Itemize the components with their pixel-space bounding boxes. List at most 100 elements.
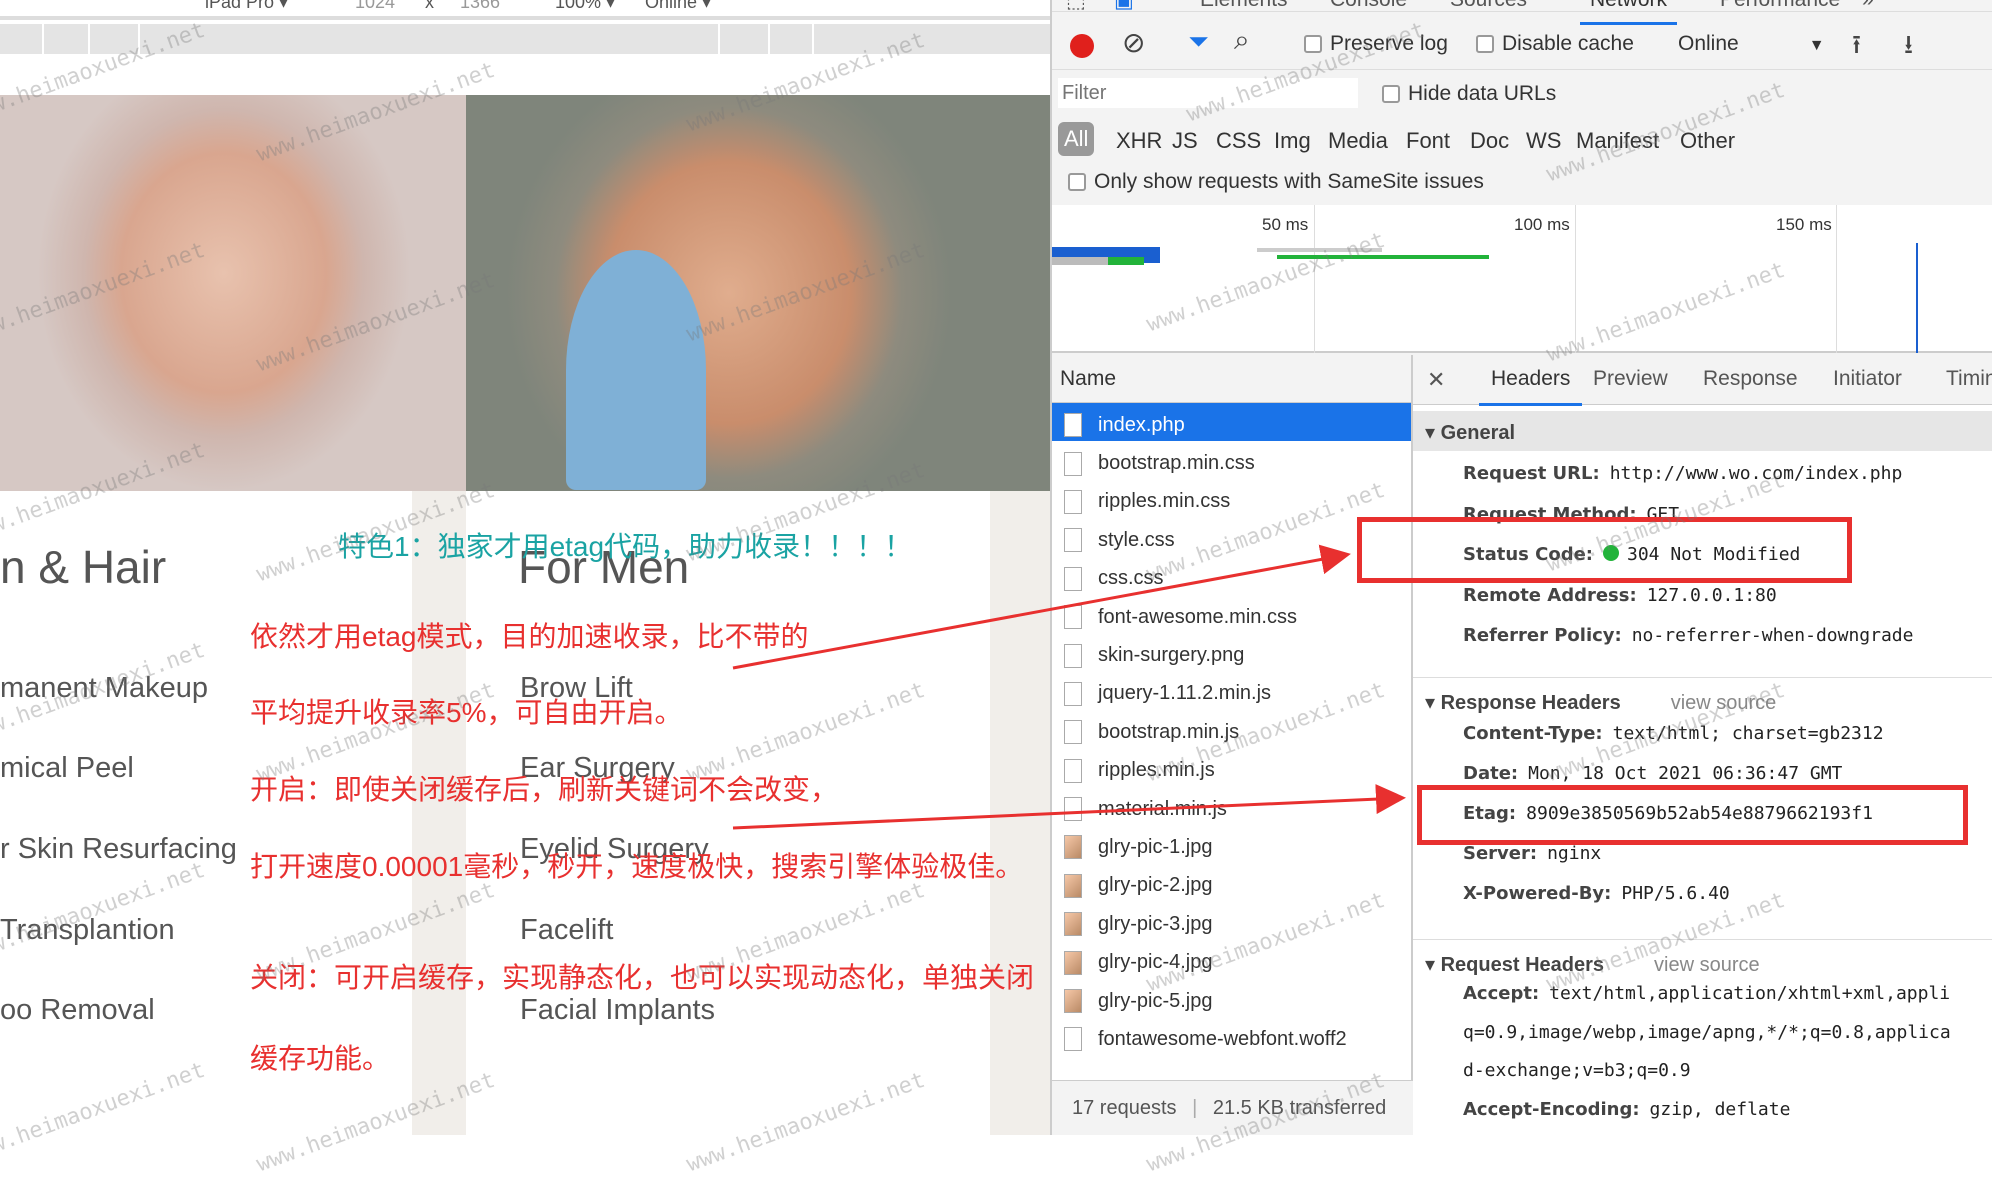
file-icon (1064, 605, 1082, 630)
file-icon (1064, 566, 1082, 591)
request-row[interactable]: ripples.min.js (1052, 749, 1411, 787)
request-name: ripples.min.css (1098, 490, 1231, 513)
woman-photo (0, 95, 466, 491)
timeline-overview[interactable]: 50 ms 100 ms 150 ms (1052, 205, 1992, 353)
service-link[interactable]: oo Removal (0, 994, 155, 1027)
throttle-dropdown[interactable]: Online ▼ (1678, 32, 1825, 56)
header-row: Request URL: http://www.wo.com/index.php (1463, 463, 1902, 484)
type-media[interactable]: Media (1328, 128, 1388, 154)
type-xhr[interactable]: XHR (1116, 128, 1162, 154)
request-name: jquery-1.11.2.min.js (1098, 682, 1272, 705)
tab-timing[interactable]: Timin (1946, 367, 1992, 391)
media-query-ruler[interactable] (0, 24, 1050, 54)
throttle-select[interactable]: Online ▾ (645, 0, 711, 13)
file-icon (1064, 681, 1082, 706)
type-all[interactable]: All (1058, 122, 1095, 156)
request-row[interactable]: glry-pic-5.jpg (1052, 979, 1411, 1017)
type-img[interactable]: Img (1274, 128, 1311, 154)
view-source-link[interactable]: view source (1671, 692, 1777, 714)
service-link[interactable]: Facelift (520, 914, 613, 947)
search-icon[interactable]: ⌕ (1234, 24, 1250, 57)
request-row[interactable]: glry-pic-3.jpg (1052, 902, 1411, 940)
header-row: Remote Address: 127.0.0.1:80 (1463, 585, 1777, 606)
request-name: index.php (1098, 413, 1185, 436)
inspect-icon[interactable]: ⬚ (1066, 0, 1086, 13)
hide-data-urls-checkbox[interactable]: Hide data URLs (1382, 82, 1556, 106)
general-section-toggle[interactable]: ▾ General (1413, 411, 1992, 451)
record-icon[interactable] (1070, 34, 1094, 58)
type-ws[interactable]: WS (1526, 128, 1561, 154)
network-toolbar: ⊘ ⏷ ⌕ Preserve log Disable cache Online ▼… (1052, 22, 1992, 70)
header-row: q=0.9,image/webp,image/apng,*/*;q=0.8,ap… (1463, 1022, 1951, 1043)
request-headers-toggle[interactable]: ▾ Request Headers view source (1413, 939, 1992, 977)
request-name: css.css (1098, 567, 1164, 590)
upload-icon[interactable]: ⭱ (1852, 26, 1861, 70)
timeline-tick: 150 ms (1776, 215, 1832, 234)
header-key: Referrer Policy: (1463, 625, 1622, 646)
request-row[interactable]: fontawesome-webfont.woff2 (1052, 1017, 1411, 1055)
close-icon[interactable]: ✕ (1427, 367, 1445, 393)
type-css[interactable]: CSS (1216, 128, 1261, 154)
type-font[interactable]: Font (1406, 128, 1450, 154)
preserve-log-checkbox[interactable]: Preserve log (1304, 32, 1448, 56)
request-row[interactable]: glry-pic-2.jpg (1052, 864, 1411, 902)
column-gutter (412, 491, 466, 1135)
header-value: d-exchange;v=b3;q=0.9 (1463, 1060, 1691, 1081)
device-toggle-icon[interactable]: ▣ (1114, 0, 1134, 13)
download-icon[interactable]: ⭳ (1904, 26, 1913, 70)
request-row[interactable]: jquery-1.11.2.min.js (1052, 672, 1411, 710)
view-source-link[interactable]: view source (1654, 954, 1760, 976)
detail-tabs: ✕ Headers Preview Response Initiator Tim… (1413, 355, 1992, 406)
tab-response[interactable]: Response (1703, 367, 1798, 391)
clear-icon[interactable]: ⊘ (1122, 26, 1145, 59)
request-row[interactable]: bootstrap.min.js (1052, 710, 1411, 748)
request-row[interactable]: skin-surgery.png (1052, 633, 1411, 671)
tab-elements[interactable]: Elements (1200, 0, 1288, 12)
request-row[interactable]: glry-pic-1.jpg (1052, 825, 1411, 863)
service-link[interactable]: Transplantion (0, 914, 175, 947)
type-js[interactable]: JS (1172, 128, 1198, 154)
name-column-header[interactable]: Name (1052, 355, 1411, 403)
tab-sources[interactable]: Sources (1450, 0, 1527, 12)
tab-performance[interactable]: Performance (1720, 0, 1840, 12)
samesite-checkbox[interactable]: Only show requests with SameSite issues (1068, 170, 1484, 194)
status-bar: 17 requests | 21.5 KB transferred (1052, 1080, 1413, 1135)
type-doc[interactable]: Doc (1470, 128, 1509, 154)
request-name: bootstrap.min.js (1098, 720, 1240, 743)
tab-initiator[interactable]: Initiator (1833, 367, 1902, 391)
header-value: no-referrer-when-downgrade (1631, 625, 1914, 646)
tab-preview[interactable]: Preview (1593, 367, 1668, 391)
response-headers-toggle[interactable]: ▾ Response Headers view source (1413, 677, 1992, 715)
request-row[interactable]: bootstrap.min.css (1052, 441, 1411, 479)
more-tabs[interactable]: » (1862, 0, 1874, 12)
tab-headers[interactable]: Headers (1479, 367, 1583, 406)
service-link[interactable]: r Skin Resurfacing (0, 833, 237, 866)
type-manifest[interactable]: Manifest (1576, 128, 1659, 154)
file-icon (1064, 989, 1082, 1014)
service-link[interactable]: manent Makeup (0, 672, 208, 705)
filter-input[interactable] (1058, 78, 1358, 108)
header-row: Referrer Policy: no-referrer-when-downgra… (1463, 625, 1913, 646)
highlight-box-status (1357, 517, 1852, 583)
request-name: style.css (1098, 528, 1175, 551)
file-icon (1064, 528, 1082, 553)
type-other[interactable]: Other (1680, 128, 1735, 154)
header-value: text/html; charset=gb2312 (1612, 723, 1884, 744)
request-row[interactable]: index.php (1052, 403, 1411, 442)
height-input[interactable]: 1366 (460, 0, 500, 13)
filter-icon[interactable]: ⏷ (1188, 26, 1209, 58)
zoom-select[interactable]: 100% ▾ (555, 0, 615, 13)
service-link[interactable]: mical Peel (0, 752, 134, 785)
request-row[interactable]: material.min.js (1052, 787, 1411, 825)
request-row[interactable]: font-awesome.min.css (1052, 595, 1411, 633)
request-row[interactable]: ripples.min.css (1052, 480, 1411, 518)
annotation-title: 特色1：独家才用etag代码，助力收录！！！！ (338, 531, 913, 562)
disable-cache-checkbox[interactable]: Disable cache (1476, 32, 1634, 56)
service-link[interactable]: Facial Implants (520, 994, 715, 1027)
header-value: PHP/5.6.40 (1621, 883, 1730, 904)
request-name: ripples.min.js (1098, 759, 1215, 782)
device-select[interactable]: iPad Pro ▾ (205, 0, 288, 13)
tab-console[interactable]: Console (1330, 0, 1407, 12)
width-input[interactable]: 1024 (355, 0, 395, 13)
request-row[interactable]: glry-pic-4.jpg (1052, 940, 1411, 978)
